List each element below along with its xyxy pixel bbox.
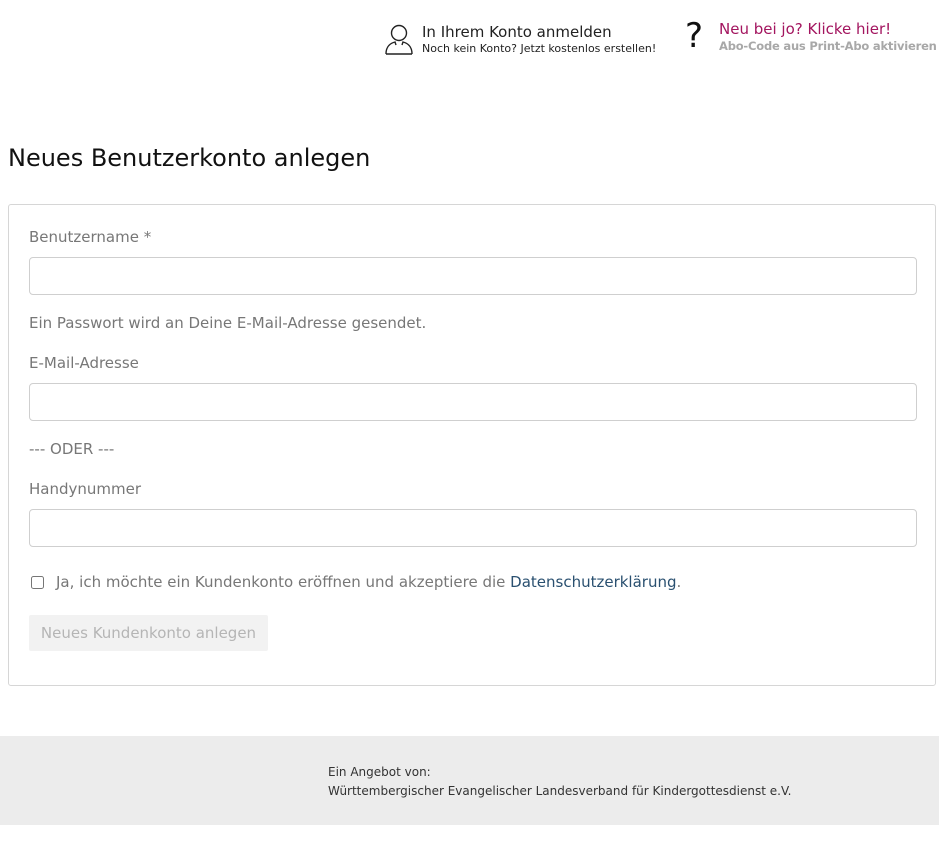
consent-end: . [676,573,682,591]
footer: Ein Angebot von: Württembergischer Evang… [0,736,939,825]
abo-code-link[interactable]: Abo-Code aus Print-Abo aktivieren [719,39,937,53]
username-input[interactable] [29,257,917,295]
registration-form: Benutzername * Ein Passwort wird an Dein… [8,204,936,686]
email-label: E-Mail-Adresse [29,354,139,372]
create-account-button[interactable]: Neues Kundenkonto anlegen [29,615,268,651]
phone-input[interactable] [29,509,917,547]
email-input[interactable] [29,383,917,421]
consent-checkbox[interactable] [31,575,44,589]
footer-line-1: Ein Angebot von: [328,765,431,779]
new-user-help-link[interactable]: ? Neu bei jo? Klicke hier! Abo-Code aus … [683,18,937,54]
username-label: Benutzername * [29,228,152,246]
phone-label: Handynummer [29,480,142,498]
consent-row: Ja, ich möchte ein Kundenkonto eröffnen … [31,572,681,592]
help-title: Neu bei jo? Klicke hier! [719,20,892,38]
header: In Ihrem Konto anmelden Noch kein Konto?… [0,0,939,90]
footer-text: Ein Angebot von: Württembergischer Evang… [328,763,791,801]
page: In Ihrem Konto anmelden Noch kein Konto?… [0,0,939,861]
consent-text: Ja, ich möchte ein Kundenkonto eröffnen … [56,573,511,591]
login-title: In Ihrem Konto anmelden [422,23,612,41]
login-subtitle: Noch kein Konto? Jetzt kostenlos erstell… [422,42,657,55]
password-hint: Ein Passwort wird an Deine E-Mail-Adress… [29,314,427,332]
consent-label: Ja, ich möchte ein Kundenkonto eröffnen … [56,572,681,592]
question-icon: ? [684,16,704,56]
login-link[interactable]: In Ihrem Konto anmelden Noch kein Konto?… [384,22,656,56]
or-separator: --- ODER --- [29,440,115,458]
page-title: Neues Benutzerkonto anlegen [8,144,371,172]
user-icon [385,24,413,55]
privacy-policy-link[interactable]: Datenschutzerklärung [510,573,676,591]
footer-line-2: Württembergischer Evangelischer Landesve… [328,784,792,798]
